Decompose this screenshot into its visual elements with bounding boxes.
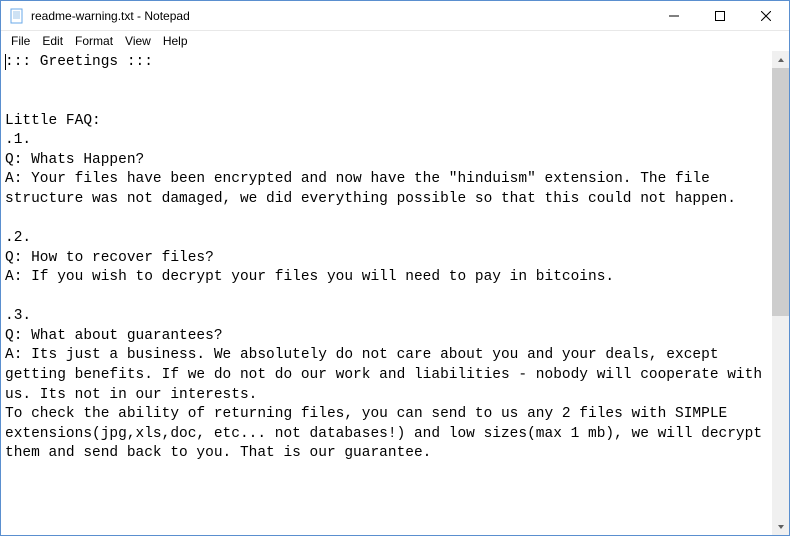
- scroll-thumb[interactable]: [772, 68, 789, 316]
- minimize-button[interactable]: [651, 1, 697, 31]
- menu-view[interactable]: View: [119, 32, 157, 50]
- titlebar: readme-warning.txt - Notepad: [1, 1, 789, 31]
- menu-format[interactable]: Format: [69, 32, 119, 50]
- text-cursor: [5, 54, 6, 70]
- menu-edit[interactable]: Edit: [36, 32, 69, 50]
- vertical-scrollbar[interactable]: [772, 51, 789, 535]
- text-editor[interactable]: ::: Greetings ::: Little FAQ: .1. Q: Wha…: [1, 51, 772, 535]
- maximize-button[interactable]: [697, 1, 743, 31]
- content-area: ::: Greetings ::: Little FAQ: .1. Q: Wha…: [1, 51, 789, 535]
- scroll-down-button[interactable]: [772, 518, 789, 535]
- notepad-icon: [9, 8, 25, 24]
- window-title: readme-warning.txt - Notepad: [31, 9, 651, 23]
- close-button[interactable]: [743, 1, 789, 31]
- window-controls: [651, 1, 789, 31]
- menu-help[interactable]: Help: [157, 32, 194, 50]
- menu-file[interactable]: File: [5, 32, 36, 50]
- menubar: File Edit Format View Help: [1, 31, 789, 51]
- scroll-up-button[interactable]: [772, 51, 789, 68]
- scroll-track[interactable]: [772, 68, 789, 518]
